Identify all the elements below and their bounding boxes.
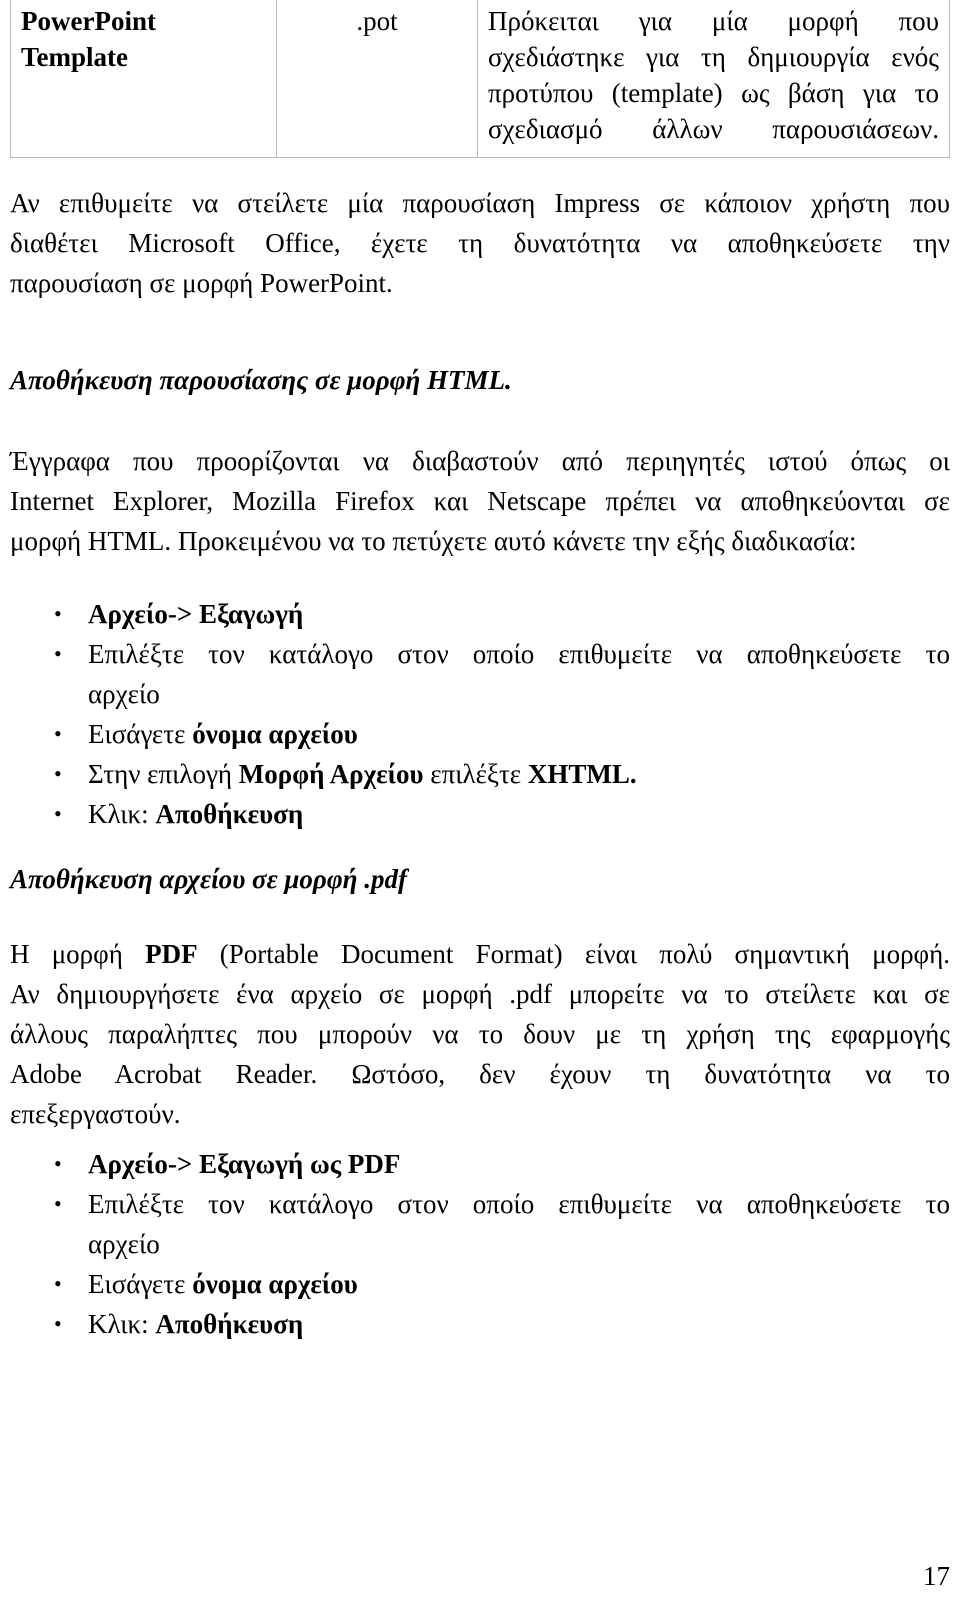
list-item: • Επιλέξτε τον κατάλογο στον οποίο επιθυ…: [10, 634, 950, 714]
step-text-line: αρχείο: [88, 1229, 160, 1259]
list-item: • Στην επιλογή Μορφή Αρχείου επιλέξτε XH…: [10, 754, 950, 794]
step-text-middle: επιλέξτε: [423, 759, 528, 789]
list-item: • Αρχείο-> Εξαγωγή: [10, 594, 950, 634]
paragraph-line: Αν δημιουργήσετε ένα αρχείο σε μορφή .pd…: [10, 979, 950, 1009]
list-item: • Εισάγετε όνομα αρχείου: [10, 1264, 950, 1304]
step-text-prefix: Κλικ:: [88, 1309, 156, 1339]
document-page: PowerPoint Template .pot Πρόκειται για μ…: [0, 0, 960, 1599]
description-line: σχεδιασμό άλλων παρουσιάσεων.: [488, 114, 939, 144]
list-item: • Επιλέξτε τον κατάλογο στον οποίο επιθυ…: [10, 1184, 950, 1264]
paragraph-line: Έγγραφα που προορίζονται να διαβαστούν α…: [10, 446, 950, 476]
format-name-line1: PowerPoint: [21, 6, 156, 36]
pdf-section-paragraph: Η μορφή PDF (Portable Document Format) ε…: [10, 934, 950, 1134]
bullet-icon: •: [54, 761, 62, 786]
pdf-export-steps-list: • Αρχείο-> Εξαγωγή ως PDF • Επιλέξτε τον…: [10, 1144, 950, 1344]
paragraph-line: επεξεργαστούν.: [10, 1099, 181, 1129]
step-text-bold: όνομα αρχείου: [192, 719, 358, 749]
paragraph-line: διαθέτει Microsoft Office, έχετε τη δυνα…: [10, 228, 950, 258]
step-text-line: Επιλέξτε τον κατάλογο στον οποίο επιθυμε…: [88, 639, 950, 669]
bullet-icon: •: [54, 801, 62, 826]
step-text-bold: Αρχείο-> Εξαγωγή ως PDF: [88, 1149, 401, 1179]
paragraph-line: Internet Explorer, Mozilla Firefox και N…: [10, 486, 950, 516]
bullet-icon: •: [54, 1271, 62, 1296]
bullet-icon: •: [54, 641, 62, 666]
step-text-bold: Αποθήκευση: [155, 1309, 304, 1339]
paragraph-line: παρουσίαση σε μορφή PowerPoint.: [10, 268, 393, 298]
list-item: • Αρχείο-> Εξαγωγή ως PDF: [10, 1144, 950, 1184]
paragraph-prefix: Η μορφή: [10, 939, 146, 969]
pdf-section-heading: Αποθήκευση αρχείου σε μορφή .pdf: [10, 864, 407, 894]
intro-paragraph: Αν επιθυμείτε να στείλετε μία παρουσίαση…: [10, 183, 950, 303]
list-item: • Κλικ: Αποθήκευση: [10, 794, 950, 834]
html-export-steps-list: • Αρχείο-> Εξαγωγή • Επιλέξτε τον κατάλο…: [10, 594, 950, 834]
paragraph-line: μορφή HTML. Προκειμένου να το πετύχετε α…: [10, 526, 857, 556]
paragraph-suffix: (Portable Document Format) είναι πολύ ση…: [197, 939, 951, 969]
step-text-bold-2: XHTML.: [527, 759, 637, 789]
bullet-icon: •: [54, 1191, 62, 1216]
list-item: • Κλικ: Αποθήκευση: [10, 1304, 950, 1344]
description-line: σχεδιάστηκε για τη δημιουργία ενός: [488, 42, 939, 72]
list-item: • Εισάγετε όνομα αρχείου: [10, 714, 950, 754]
bullet-icon: •: [54, 1151, 62, 1176]
format-extension-cell: .pot: [276, 0, 478, 158]
paragraph-bold-pdf: PDF: [145, 939, 198, 969]
step-text-bold: Μορφή Αρχείου: [238, 759, 424, 789]
file-format-table: PowerPoint Template .pot Πρόκειται για μ…: [10, 0, 950, 158]
format-description-cell: Πρόκειται για μία μορφή που σχεδιάστηκε …: [477, 0, 950, 158]
step-text-bold: Αρχείο-> Εξαγωγή: [88, 599, 304, 629]
page-number: 17: [923, 1561, 950, 1591]
table-row: PowerPoint Template .pot Πρόκειται για μ…: [10, 0, 950, 158]
step-text-prefix: Στην επιλογή: [88, 759, 239, 789]
bullet-icon: •: [54, 601, 62, 626]
paragraph-line: άλλους παραλήπτες που μπορούν να το δουν…: [10, 1019, 950, 1049]
step-text-prefix: Εισάγετε: [88, 1269, 193, 1299]
step-text-bold: Αποθήκευση: [155, 799, 304, 829]
format-name-line2: Template: [21, 42, 128, 72]
paragraph-line: Adobe Acrobat Reader. Ωστόσο, δεν έχουν …: [10, 1059, 950, 1089]
bullet-icon: •: [54, 721, 62, 746]
description-line: Πρόκειται για μία μορφή που: [488, 6, 939, 36]
step-text-prefix: Κλικ:: [88, 799, 156, 829]
bullet-icon: •: [54, 1311, 62, 1336]
step-text-prefix: Εισάγετε: [88, 719, 193, 749]
html-section-paragraph: Έγγραφα που προορίζονται να διαβαστούν α…: [10, 441, 950, 561]
description-line: προτύπου (template) ως βάση για το: [488, 78, 939, 108]
paragraph-line: Αν επιθυμείτε να στείλετε μία παρουσίαση…: [10, 188, 950, 218]
format-name-cell: PowerPoint Template: [10, 0, 277, 158]
html-section-heading: Αποθήκευση παρουσίασης σε μορφή HTML.: [10, 365, 512, 395]
step-text-line: Επιλέξτε τον κατάλογο στον οποίο επιθυμε…: [88, 1189, 950, 1219]
step-text-line: αρχείο: [88, 679, 160, 709]
step-text-bold: όνομα αρχείου: [192, 1269, 358, 1299]
